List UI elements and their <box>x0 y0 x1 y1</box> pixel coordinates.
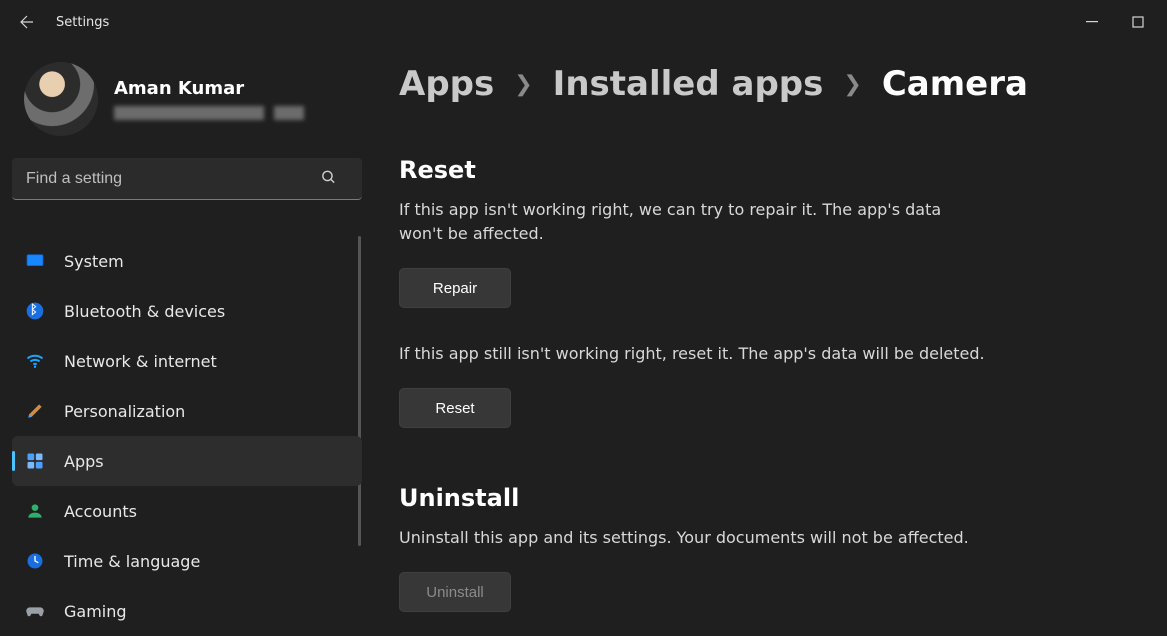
arrow-left-icon <box>18 13 36 31</box>
chevron-right-icon: ❯ <box>514 72 532 97</box>
sidebar-item-gaming[interactable]: Gaming <box>12 586 362 636</box>
redacted-block <box>114 106 264 120</box>
sidebar-item-apps[interactable]: Apps <box>12 436 362 486</box>
breadcrumb: Apps ❯ Installed apps ❯ Camera <box>399 64 1127 104</box>
uninstall-button[interactable]: Uninstall <box>399 572 511 612</box>
content: Apps ❯ Installed apps ❯ Camera Reset If … <box>365 44 1167 636</box>
avatar <box>24 62 98 136</box>
reset-description: If this app still isn't working right, r… <box>399 342 1039 366</box>
redacted-block <box>274 106 304 120</box>
repair-description: If this app isn't working right, we can … <box>399 198 959 246</box>
reset-button[interactable]: Reset <box>399 388 511 428</box>
repair-button[interactable]: Repair <box>399 268 511 308</box>
apps-icon <box>24 450 46 472</box>
chevron-right-icon: ❯ <box>843 72 861 97</box>
sidebar-nav: System Bluetooth & devices Network & int… <box>12 236 365 636</box>
gamepad-icon <box>24 600 46 622</box>
reset-heading: Reset <box>399 156 1127 184</box>
minimize-button[interactable] <box>1069 7 1115 37</box>
titlebar: Settings <box>0 0 1167 44</box>
account-email-redacted <box>114 106 304 120</box>
back-button[interactable] <box>12 7 42 37</box>
sidebar-item-bluetooth[interactable]: Bluetooth & devices <box>12 286 362 336</box>
breadcrumb-current: Camera <box>882 64 1028 104</box>
minimize-icon <box>1086 16 1098 28</box>
paintbrush-icon <box>24 400 46 422</box>
sidebar-item-label: Network & internet <box>64 352 217 371</box>
maximize-icon <box>1132 16 1144 28</box>
sidebar-item-network[interactable]: Network & internet <box>12 336 362 386</box>
search-input[interactable] <box>12 158 362 200</box>
sidebar-item-label: Accounts <box>64 502 137 521</box>
bluetooth-icon <box>24 300 46 322</box>
clock-globe-icon <box>24 550 46 572</box>
person-icon <box>24 500 46 522</box>
sidebar-item-label: System <box>64 252 124 271</box>
uninstall-heading: Uninstall <box>399 484 1127 512</box>
maximize-button[interactable] <box>1115 7 1161 37</box>
account-text: Aman Kumar <box>114 78 304 120</box>
sidebar-item-system[interactable]: System <box>12 236 362 286</box>
search-wrap <box>12 158 361 200</box>
sidebar-item-label: Gaming <box>64 602 127 621</box>
account-name: Aman Kumar <box>114 78 304 100</box>
sidebar-item-label: Bluetooth & devices <box>64 302 225 321</box>
sidebar-item-label: Time & language <box>64 552 200 571</box>
breadcrumb-installed-apps[interactable]: Installed apps <box>553 64 824 104</box>
display-icon <box>24 250 46 272</box>
uninstall-description: Uninstall this app and its settings. You… <box>399 526 1039 550</box>
breadcrumb-apps[interactable]: Apps <box>399 64 494 104</box>
sidebar-item-accounts[interactable]: Accounts <box>12 486 362 536</box>
sidebar-item-label: Apps <box>64 452 104 471</box>
search-icon <box>320 169 337 190</box>
sidebar: Aman Kumar System <box>0 44 365 636</box>
account-header[interactable]: Aman Kumar <box>12 44 365 136</box>
window-title: Settings <box>56 15 109 30</box>
sidebar-item-personalization[interactable]: Personalization <box>12 386 362 436</box>
sidebar-item-time-language[interactable]: Time & language <box>12 536 362 586</box>
sidebar-item-label: Personalization <box>64 402 185 421</box>
window-controls <box>1069 7 1161 37</box>
wifi-icon <box>24 350 46 372</box>
